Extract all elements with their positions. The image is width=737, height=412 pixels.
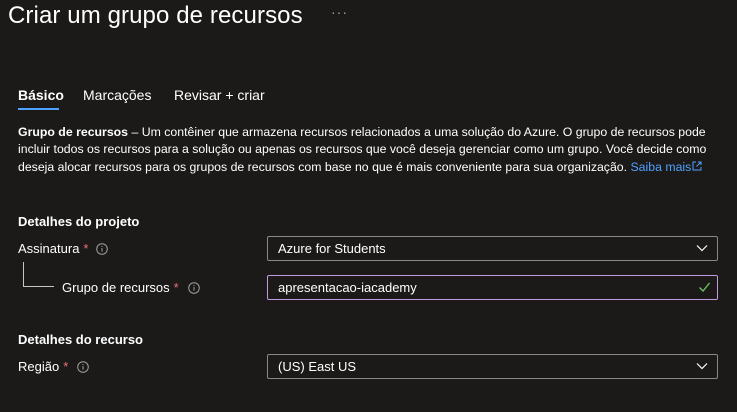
region-label-text: Região (18, 359, 60, 374)
resource-group-label: Grupo de recursos * (62, 280, 179, 295)
resource-group-input[interactable]: apresentacao-iacademy (267, 275, 718, 300)
tab-label: Básico (18, 87, 64, 103)
subscription-dropdown[interactable]: Azure for Students (267, 236, 718, 261)
create-resource-group-page: Criar um grupo de recursos ··· Básico Ma… (0, 0, 737, 412)
region-label: Região * (18, 359, 68, 374)
resource-details-heading: Detalhes do recurso (18, 332, 143, 347)
info-icon[interactable] (188, 282, 200, 294)
description-term: Grupo de recursos (18, 125, 129, 139)
required-marker: * (83, 241, 89, 256)
project-details-heading: Detalhes do projeto (18, 214, 140, 229)
resource-group-label-text: Grupo de recursos (62, 280, 170, 295)
tab-label: Revisar + criar (174, 87, 265, 103)
subscription-label-text: Assinatura (18, 241, 80, 256)
tab-revisar-criar[interactable]: Revisar + criar (174, 87, 265, 103)
page-title: Criar um grupo de recursos (8, 2, 303, 29)
tree-connector-horizontal (23, 286, 54, 287)
tab-label: Marcações (83, 87, 152, 103)
tab-basico[interactable]: Básico (18, 87, 64, 110)
subscription-label: Assinatura * (18, 241, 88, 256)
description: Grupo de recursos – Um contêiner que arm… (18, 124, 724, 176)
checkmark-icon (699, 282, 711, 292)
chevron-down-icon (696, 245, 708, 252)
chevron-down-icon (696, 363, 708, 370)
region-value: (US) East US (278, 359, 357, 374)
external-link-icon (692, 161, 702, 171)
tab-marcacoes[interactable]: Marcações (83, 87, 151, 103)
tree-connector-vertical (23, 262, 24, 287)
learn-more-label: Saiba mais (630, 159, 692, 174)
active-tab-indicator (18, 108, 59, 110)
more-options-button[interactable]: ··· (331, 4, 348, 20)
required-marker: * (63, 359, 69, 374)
info-icon[interactable] (77, 361, 89, 373)
learn-more-link[interactable]: Saiba mais (630, 160, 702, 174)
region-dropdown[interactable]: (US) East US (267, 354, 718, 379)
resource-group-value: apresentacao-iacademy (278, 280, 417, 295)
required-marker: * (173, 280, 179, 295)
subscription-value: Azure for Students (278, 241, 386, 256)
info-icon[interactable] (96, 243, 108, 255)
